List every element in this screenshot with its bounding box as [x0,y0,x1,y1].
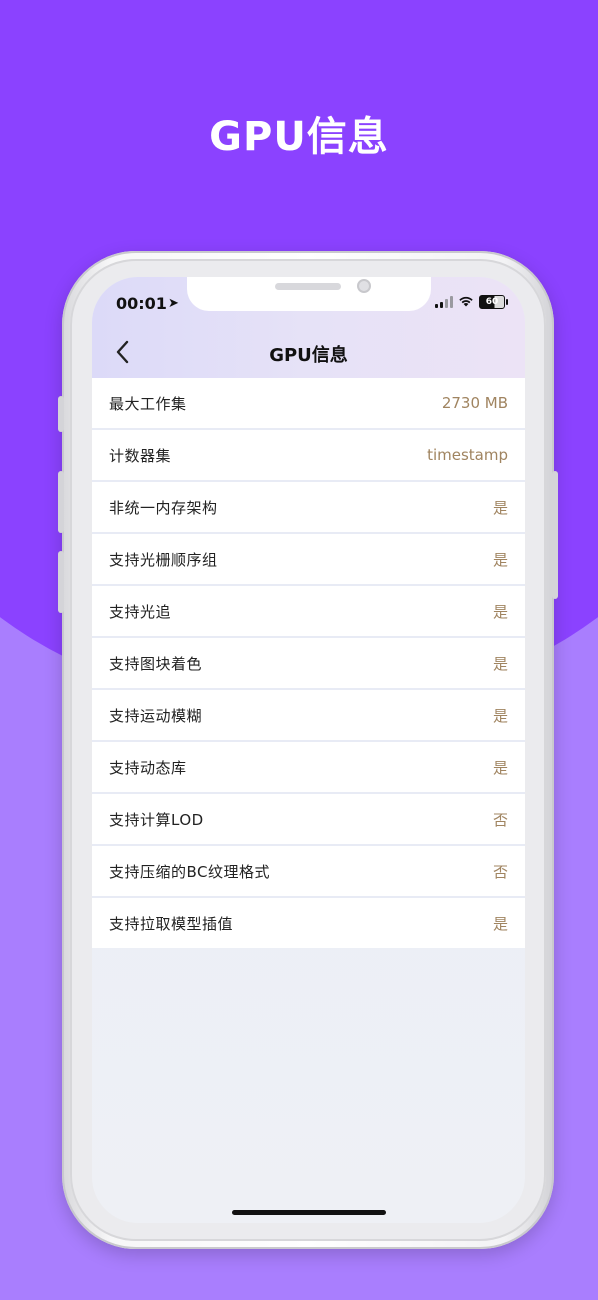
row-value: 是 [492,498,508,517]
row-label: 支持压缩的BC纹理格式 [109,862,271,881]
list-item: 支持图块着色 是 [92,638,525,690]
phone-frame: 00:01 ➤ 60 GPU信息 最大工作集 2730 MB 计数器集 time… [58,251,558,1249]
gpu-info-list: 最大工作集 2730 MB 计数器集 timestamp 非统一内存架构 是 支… [92,378,525,948]
list-item: 非统一内存架构 是 [92,482,525,534]
row-label: 支持光栅顺序组 [109,550,218,569]
row-value: 是 [492,914,508,933]
speaker-grille [275,283,341,290]
cellular-signal-icon [435,296,453,308]
list-item: 支持压缩的BC纹理格式 否 [92,846,525,898]
mute-switch [58,396,64,432]
status-time: 00:01 [116,294,167,313]
row-label: 支持拉取模型插值 [109,914,234,933]
row-label: 支持运动模糊 [109,706,203,725]
location-arrow-icon: ➤ [168,296,179,311]
power-button [552,471,558,599]
row-value: 否 [492,810,508,829]
row-value: 是 [492,550,508,569]
row-value: 否 [492,862,508,881]
row-value: 是 [492,654,508,673]
row-label: 支持动态库 [109,758,187,777]
battery-icon: 60 [479,295,508,309]
volume-up-button [58,471,64,533]
page-title: GPU信息 [269,345,348,366]
row-label: 非统一内存架构 [109,498,218,517]
row-label: 支持光追 [109,602,172,621]
list-item: 支持光追 是 [92,586,525,638]
row-value: timestamp [427,446,508,464]
phone-screen: 00:01 ➤ 60 GPU信息 最大工作集 2730 MB 计数器集 time… [92,277,525,1223]
row-label: 支持计算LOD [109,810,204,829]
list-item: 支持计算LOD 否 [92,794,525,846]
list-item: 计数器集 timestamp [92,430,525,482]
row-value: 是 [492,602,508,621]
wifi-icon [458,295,474,309]
row-label: 最大工作集 [109,394,187,413]
phone-notch [187,277,431,311]
volume-down-button [58,551,64,613]
list-item: 支持光栅顺序组 是 [92,534,525,586]
list-item: 支持拉取模型插值 是 [92,898,525,948]
row-value: 2730 MB [441,394,508,412]
status-icons: 60 [435,295,508,309]
list-item: 支持动态库 是 [92,742,525,794]
list-item: 支持运动模糊 是 [92,690,525,742]
promo-canvas: GPU信息 00:01 ➤ 60 GPU信息 最大工作集 2730 MB 计数器… [0,0,598,1300]
row-label: 计数器集 [109,446,172,465]
list-item: 最大工作集 2730 MB [92,378,525,430]
row-label: 支持图块着色 [109,654,203,673]
row-value: 是 [492,758,508,777]
home-indicator[interactable] [232,1210,386,1215]
front-camera [357,279,371,293]
promo-title: GPU信息 [209,114,389,160]
row-value: 是 [492,706,508,725]
